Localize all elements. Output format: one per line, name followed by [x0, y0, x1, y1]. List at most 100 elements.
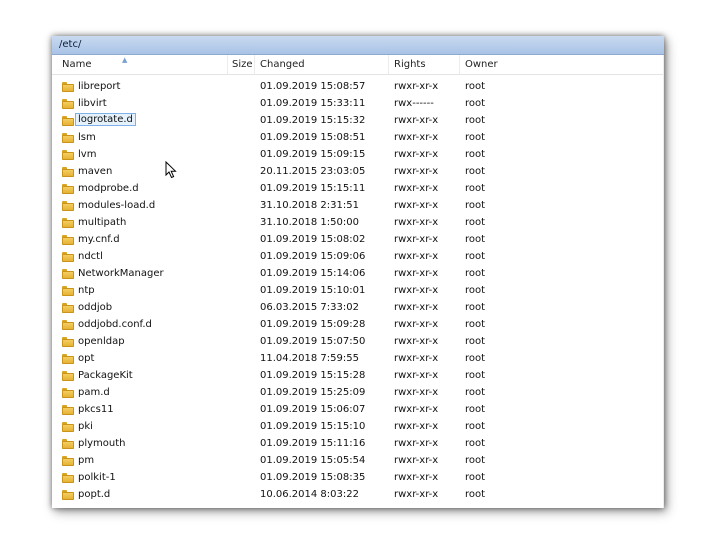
column-header-size[interactable]: Size — [232, 59, 253, 70]
file-owner: root — [465, 404, 486, 415]
file-rights: rwxr-xr-x — [394, 455, 439, 466]
file-row[interactable]: NetworkManager 01.09.2019 15:14:06 rwxr-xr… — [52, 266, 664, 283]
path-bar[interactable]: /etc/ — [52, 36, 664, 55]
file-row[interactable]: pki 01.09.2019 15:15:10 rwxr-xr-x root — [52, 419, 664, 436]
file-name: polkit-1 — [78, 472, 116, 483]
file-name: libreport — [78, 81, 121, 92]
file-rights: rwxr-xr-x — [394, 489, 439, 500]
folder-icon — [62, 286, 74, 296]
file-name: multipath — [78, 217, 127, 228]
file-name: NetworkManager — [78, 268, 164, 279]
file-row[interactable]: popt.d 10.06.2014 8:03:22 rwxr-xr-x root — [52, 487, 664, 504]
file-rights: rwxr-xr-x — [394, 387, 439, 398]
folder-icon — [62, 371, 74, 381]
mouse-pointer-icon — [165, 161, 177, 179]
folder-icon — [62, 218, 74, 228]
file-changed: 01.09.2019 15:07:50 — [260, 336, 366, 347]
file-owner: root — [465, 421, 486, 432]
file-rights: rwxr-xr-x — [394, 166, 439, 177]
column-header-name[interactable]: Name — [62, 59, 92, 70]
file-name: oddjob — [78, 302, 113, 313]
file-row[interactable]: my.cnf.d 01.09.2019 15:08:02 rwxr-xr-x root — [52, 232, 664, 249]
file-row[interactable]: lvm 01.09.2019 15:09:15 rwxr-xr-x root — [52, 147, 664, 164]
file-name: ndctl — [78, 251, 103, 262]
folder-icon — [62, 269, 74, 279]
file-row[interactable]: oddjobd.conf.d 01.09.2019 15:09:28 rwxr-xr… — [52, 317, 664, 334]
folder-icon — [62, 82, 74, 92]
folder-icon — [62, 354, 74, 364]
file-rights: rwxr-xr-x — [394, 268, 439, 279]
column-divider[interactable] — [459, 55, 460, 74]
list-right-edge — [663, 55, 664, 508]
file-row[interactable]: plymouth 01.09.2019 15:11:16 rwxr-xr-x root — [52, 436, 664, 453]
file-owner: root — [465, 302, 486, 313]
file-row[interactable]: PackageKit 01.09.2019 15:15:28 rwxr-xr-x ro… — [52, 368, 664, 385]
file-rights: rwxr-xr-x — [394, 472, 439, 483]
file-row[interactable]: openldap 01.09.2019 15:07:50 rwxr-xr-x root — [52, 334, 664, 351]
file-rights: rwxr-xr-x — [394, 319, 439, 330]
file-row[interactable]: pkcs11 01.09.2019 15:06:07 rwxr-xr-x root — [52, 402, 664, 419]
file-row[interactable]: pm 01.09.2019 15:05:54 rwxr-xr-x root — [52, 453, 664, 470]
file-rights: rwxr-xr-x — [394, 251, 439, 262]
file-name: ntp — [78, 285, 95, 296]
file-changed: 01.09.2019 15:15:28 — [260, 370, 366, 381]
folder-icon — [62, 405, 74, 415]
file-changed: 20.11.2015 23:03:05 — [260, 166, 366, 177]
file-changed: 01.09.2019 15:08:57 — [260, 81, 366, 92]
file-name: modprobe.d — [78, 183, 139, 194]
folder-icon — [62, 184, 74, 194]
file-changed: 01.09.2019 15:15:11 — [260, 183, 366, 194]
file-row[interactable]: polkit-1 01.09.2019 15:08:35 rwxr-xr-x root — [52, 470, 664, 487]
file-row[interactable]: logrotate.d 01.09.2019 15:15:32 rwxr-xr-x r… — [52, 113, 664, 130]
file-owner: root — [465, 217, 486, 228]
file-changed: 01.09.2019 15:11:16 — [260, 438, 366, 449]
file-row[interactable]: opt 11.04.2018 7:59:55 rwxr-xr-x root — [52, 351, 664, 368]
file-row[interactable]: ndctl 01.09.2019 15:09:06 rwxr-xr-x root — [52, 249, 664, 266]
file-owner: root — [465, 268, 486, 279]
file-changed: 10.06.2014 8:03:22 — [260, 489, 359, 500]
file-row[interactable]: modprobe.d 01.09.2019 15:15:11 rwxr-xr-x ro… — [52, 181, 664, 198]
file-list: libreport 01.09.2019 15:08:57 rwxr-xr-x roo… — [52, 79, 664, 504]
file-changed: 31.10.2018 1:50:00 — [260, 217, 359, 228]
file-row[interactable]: modules-load.d 31.10.2018 2:31:51 rwxr-xr-… — [52, 198, 664, 215]
column-divider[interactable] — [254, 55, 255, 74]
file-rights: rwxr-xr-x — [394, 353, 439, 364]
file-name: libvirt — [78, 98, 107, 109]
file-name: logrotate.d — [75, 113, 136, 126]
file-changed: 01.09.2019 15:09:15 — [260, 149, 366, 160]
file-owner: root — [465, 98, 486, 109]
file-row[interactable]: multipath 31.10.2018 1:50:00 rwxr-xr-x root — [52, 215, 664, 232]
column-divider[interactable] — [388, 55, 389, 74]
file-owner: root — [465, 472, 486, 483]
file-rights: rwxr-xr-x — [394, 438, 439, 449]
folder-icon — [62, 99, 74, 109]
file-browser-window: /etc/ ▲ Name Size Changed Rights Owner l… — [52, 36, 664, 508]
file-changed: 01.09.2019 15:09:28 — [260, 319, 366, 330]
file-changed: 31.10.2018 2:31:51 — [260, 200, 359, 211]
file-row[interactable]: libvirt 01.09.2019 15:33:11 rwx------ root — [52, 96, 664, 113]
file-row[interactable]: maven 20.11.2015 23:03:05 rwxr-xr-x root — [52, 164, 664, 181]
file-rights: rwxr-xr-x — [394, 200, 439, 211]
file-rights: rwxr-xr-x — [394, 336, 439, 347]
file-changed: 11.04.2018 7:59:55 — [260, 353, 359, 364]
file-changed: 01.09.2019 15:08:02 — [260, 234, 366, 245]
file-owner: root — [465, 353, 486, 364]
file-row[interactable]: ntp 01.09.2019 15:10:01 rwxr-xr-x root — [52, 283, 664, 300]
file-row[interactable]: lsm 01.09.2019 15:08:51 rwxr-xr-x root — [52, 130, 664, 147]
file-row[interactable]: oddjob 06.03.2015 7:33:02 rwxr-xr-x root — [52, 300, 664, 317]
file-name: my.cnf.d — [78, 234, 120, 245]
file-row[interactable]: libreport 01.09.2019 15:08:57 rwxr-xr-x roo… — [52, 79, 664, 96]
file-rights: rwxr-xr-x — [394, 234, 439, 245]
file-row[interactable]: pam.d 01.09.2019 15:25:09 rwxr-xr-x root — [52, 385, 664, 402]
file-name: opt — [78, 353, 95, 364]
file-changed: 01.09.2019 15:05:54 — [260, 455, 366, 466]
folder-icon — [62, 133, 74, 143]
column-header-owner[interactable]: Owner — [465, 59, 498, 70]
folder-icon — [62, 473, 74, 483]
column-header-changed[interactable]: Changed — [260, 59, 305, 70]
file-rights: rwxr-xr-x — [394, 285, 439, 296]
file-owner: root — [465, 370, 486, 381]
folder-icon — [62, 422, 74, 432]
column-header-rights[interactable]: Rights — [394, 59, 426, 70]
column-divider[interactable] — [227, 55, 228, 74]
